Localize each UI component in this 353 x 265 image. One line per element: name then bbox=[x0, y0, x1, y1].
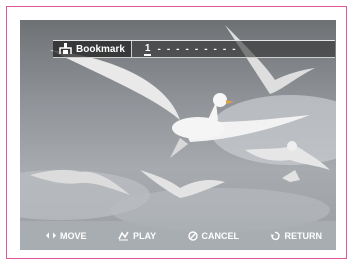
bookmark-icon bbox=[59, 43, 72, 54]
bookmark-slot-empty[interactable]: - bbox=[223, 44, 228, 55]
return-label: RETURN bbox=[284, 230, 322, 241]
cancel-label: CANCEL bbox=[201, 230, 240, 241]
move-label: MOVE bbox=[60, 230, 87, 241]
bookmark-slot-empty[interactable]: - bbox=[195, 44, 200, 55]
cancel-icon bbox=[187, 230, 198, 241]
play-icon bbox=[118, 231, 129, 241]
move-control[interactable]: MOVE bbox=[46, 231, 87, 241]
cancel-control[interactable]: CANCEL bbox=[187, 230, 240, 241]
return-control[interactable]: RETURN bbox=[270, 231, 322, 241]
bookmark-bar: Bookmark 1 --------- bbox=[53, 40, 335, 58]
bookmark-slots: 1 --------- bbox=[132, 43, 240, 56]
return-icon bbox=[270, 231, 281, 241]
bookmark-slot-empty[interactable]: - bbox=[186, 44, 191, 55]
bookmark-slot-empty[interactable]: - bbox=[214, 44, 219, 55]
control-bar: MOVE PLAY CANCEL RETURN bbox=[20, 221, 336, 250]
bookmark-title: Bookmark bbox=[76, 43, 125, 55]
bookmark-slot-empty[interactable]: - bbox=[167, 44, 172, 55]
play-control[interactable]: PLAY bbox=[118, 231, 156, 241]
bookmark-slot-current[interactable]: 1 bbox=[143, 43, 152, 56]
bookmark-slot-empty[interactable]: - bbox=[232, 44, 237, 55]
left-right-arrows-icon bbox=[46, 232, 56, 239]
bookmark-slot-empty[interactable]: - bbox=[176, 44, 181, 55]
play-label: PLAY bbox=[132, 230, 157, 241]
bookmark-title-box: Bookmark bbox=[53, 41, 132, 57]
video-screen: Bookmark 1 --------- bbox=[20, 20, 336, 250]
bookmark-empty-slots: --------- bbox=[155, 44, 239, 55]
bookmark-slot-empty[interactable]: - bbox=[157, 44, 162, 55]
bookmark-slot-empty[interactable]: - bbox=[204, 44, 209, 55]
